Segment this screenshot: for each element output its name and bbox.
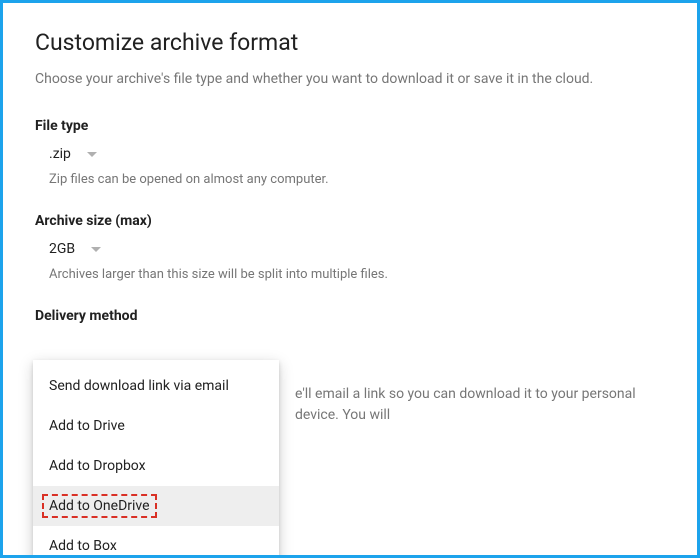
file-type-value: .zip	[49, 146, 71, 162]
archive-size-dropdown[interactable]: 2GB	[35, 241, 665, 257]
file-type-dropdown[interactable]: .zip	[35, 146, 665, 162]
highlight-annotation: Add to OneDrive	[42, 494, 157, 518]
archive-size-label: Archive size (max)	[35, 213, 665, 229]
app-frame: Customize archive format Choose your arc…	[0, 0, 700, 558]
chevron-down-icon	[91, 247, 101, 252]
menu-item-add-to-onedrive[interactable]: Add to OneDrive	[33, 486, 279, 526]
menu-item-add-to-box[interactable]: Add to Box	[33, 526, 279, 558]
menu-item-add-to-dropbox[interactable]: Add to Dropbox	[33, 446, 279, 486]
page-title: Customize archive format	[35, 29, 665, 56]
file-type-helper: Zip files can be opened on almost any co…	[35, 172, 665, 187]
delivery-method-menu[interactable]: Send download link via email Add to Driv…	[33, 360, 279, 558]
menu-item-add-to-drive[interactable]: Add to Drive	[33, 406, 279, 446]
menu-item-label: Add to OneDrive	[49, 498, 150, 514]
page-subtitle: Choose your archive's file type and whet…	[35, 70, 665, 90]
file-type-label: File type	[35, 118, 665, 134]
menu-item-email-link[interactable]: Send download link via email	[33, 366, 279, 406]
delivery-method-label: Delivery method	[35, 308, 665, 324]
content-area: Customize archive format Choose your arc…	[3, 3, 697, 324]
archive-size-helper: Archives larger than this size will be s…	[35, 267, 665, 282]
delivery-helper-text: e'll email a link so you can download it…	[295, 384, 665, 426]
archive-size-value: 2GB	[49, 241, 75, 257]
chevron-down-icon	[87, 152, 97, 157]
